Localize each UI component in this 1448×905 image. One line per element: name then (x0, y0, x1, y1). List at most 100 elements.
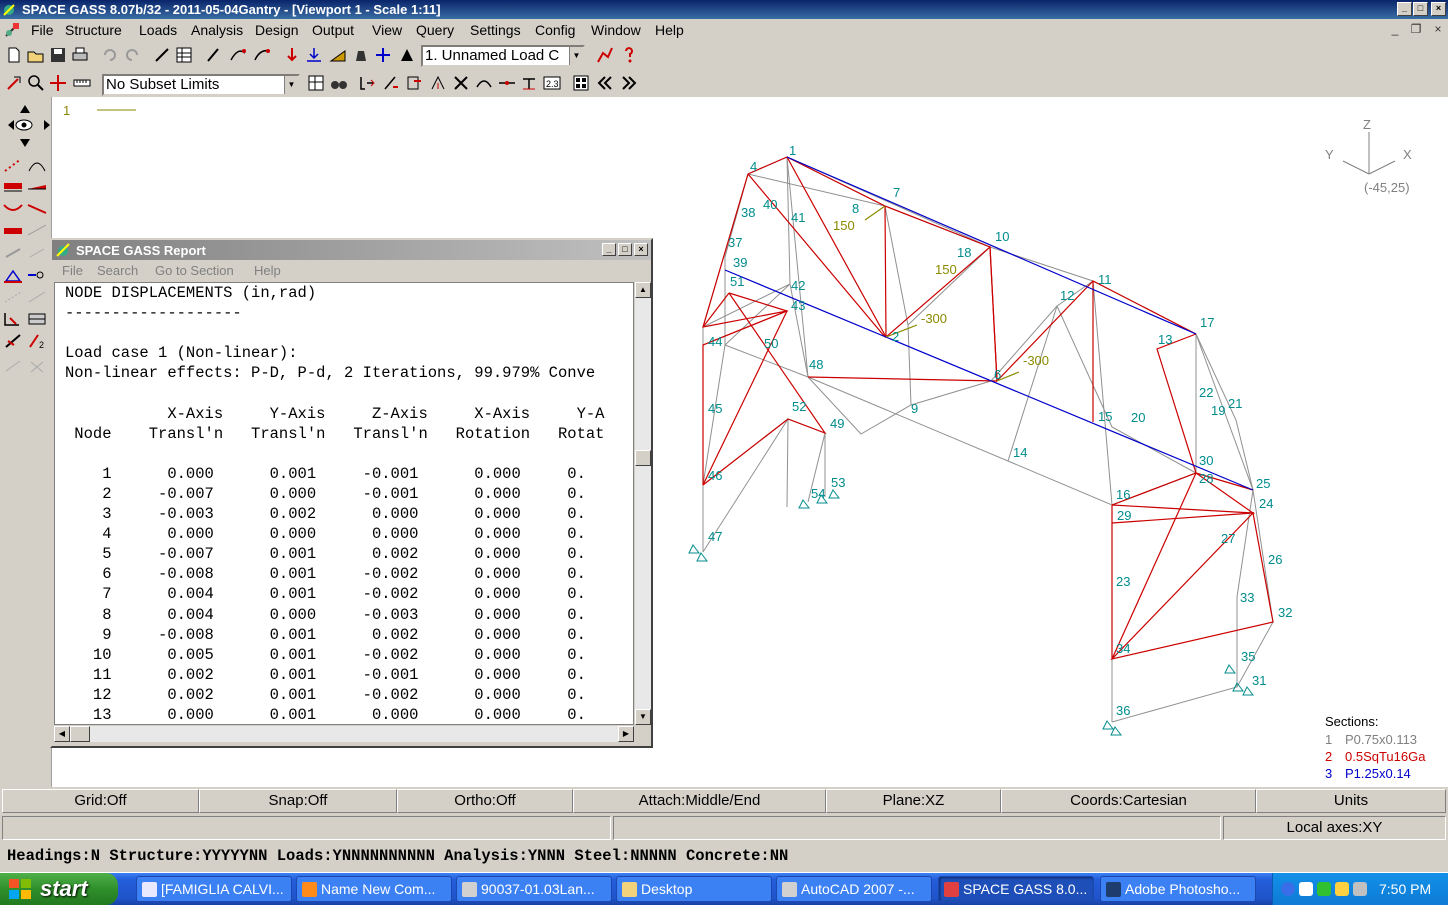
coords-toggle[interactable]: Coords:Cartesian (1001, 789, 1256, 813)
menu-output[interactable]: Output (312, 22, 354, 38)
binoculars-icon[interactable] (328, 72, 350, 94)
grid-view-icon[interactable] (570, 72, 592, 94)
section-names-icon[interactable] (403, 72, 425, 94)
taskbar-item[interactable]: AutoCAD 2007 -... (776, 876, 932, 902)
member-offsets-icon[interactable] (496, 72, 518, 94)
combination-icon[interactable] (396, 44, 418, 66)
menu-view[interactable]: View (372, 22, 402, 38)
report-menu-file[interactable]: File (62, 263, 83, 278)
save-icon[interactable] (47, 44, 69, 66)
shear-diagram-icon[interactable] (2, 221, 24, 241)
menu-config[interactable]: Config (535, 22, 575, 38)
menu-window[interactable]: Window (591, 22, 641, 38)
trapezoid-load-icon[interactable] (26, 177, 48, 197)
mdi-close-button[interactable]: × (1430, 22, 1446, 36)
deflection-icon[interactable] (2, 199, 24, 219)
self-weight-icon[interactable] (350, 44, 372, 66)
new-file-icon[interactable] (3, 44, 25, 66)
report-title-bar[interactable]: SPACE GASS Report _ □ × (52, 240, 651, 260)
undo-icon[interactable] (99, 44, 121, 66)
select-arrow-icon[interactable] (3, 72, 25, 94)
print-icon[interactable] (69, 44, 91, 66)
node-load-icon[interactable] (281, 44, 303, 66)
report-menu-goto-section[interactable]: Go to Section (155, 263, 234, 278)
rotate-right-icon[interactable] (36, 115, 50, 135)
snap-toggle[interactable]: Snap:Off (199, 789, 397, 813)
volume-icon[interactable] (1353, 882, 1367, 896)
ortho-toggle[interactable]: Ortho:Off (397, 789, 573, 813)
network-icon[interactable] (1317, 882, 1331, 896)
units-button[interactable]: Units (1256, 789, 1446, 813)
taskbar-item[interactable]: 90037-01.03Lan... (456, 876, 612, 902)
help-cursor-icon[interactable] (618, 44, 640, 66)
subscript-icon[interactable]: 2 (26, 331, 48, 351)
mdi-restore-button[interactable]: ❐ (1408, 22, 1424, 36)
graph-icon[interactable] (594, 44, 616, 66)
scroll-left-button[interactable]: ◀ (54, 726, 70, 742)
curved-member-icon[interactable] (473, 72, 495, 94)
redo-icon[interactable] (121, 44, 143, 66)
check-icon[interactable] (2, 357, 24, 377)
spring-icon[interactable] (26, 265, 48, 285)
report-content[interactable]: NODE DISPLACEMENTS (in,rad) ------------… (54, 282, 634, 725)
open-folder-icon[interactable] (25, 44, 47, 66)
menu-file[interactable]: File (31, 22, 54, 38)
table-icon[interactable] (173, 44, 195, 66)
pan-icon[interactable] (47, 72, 69, 94)
rotate-left-icon[interactable] (0, 115, 14, 135)
scroll-up-button[interactable]: ▲ (635, 282, 651, 298)
menu-structure[interactable]: Structure (65, 22, 122, 38)
delete-icon[interactable] (450, 72, 472, 94)
menu-settings[interactable]: Settings (470, 22, 521, 38)
start-button[interactable]: start (0, 873, 118, 905)
taskbar-item[interactable]: Adobe Photosho... (1100, 876, 1256, 902)
dimension-icon[interactable]: 2.3 (541, 72, 563, 94)
shield-icon[interactable] (1335, 882, 1349, 896)
minimize-button[interactable]: _ (1397, 2, 1412, 16)
tray-app-icon[interactable] (1299, 882, 1313, 896)
ruler-icon[interactable] (71, 72, 93, 94)
taskbar-item[interactable]: Desktop (616, 876, 772, 902)
axial-diagram-icon[interactable] (26, 221, 48, 241)
scroll-right-button[interactable]: ▶ (618, 726, 634, 742)
rotate-down-icon[interactable] (14, 133, 36, 153)
report-menu-search[interactable]: Search (97, 263, 138, 278)
plane-toggle[interactable]: Plane:XZ (826, 789, 1001, 813)
cross-icon[interactable] (26, 357, 48, 377)
mdi-minimize-button[interactable]: _ (1387, 22, 1403, 36)
report-maximize-button[interactable]: □ (618, 243, 632, 256)
udl-load-icon[interactable] (2, 177, 24, 197)
torsion-icon[interactable] (2, 243, 24, 263)
member-numbers-icon[interactable] (380, 72, 402, 94)
moment-diagram-icon[interactable] (26, 199, 48, 219)
report-window[interactable]: SPACE GASS Report _ □ × File Search Go t… (50, 238, 653, 748)
curve-tool-icon[interactable] (227, 44, 249, 66)
chevron-down-icon[interactable]: ▼ (284, 76, 298, 94)
zoom-icon[interactable] (25, 72, 47, 94)
scroll-down-button[interactable]: ▼ (635, 709, 651, 725)
taskbar-item-active[interactable]: SPACE GASS 8.0... (938, 876, 1094, 902)
draw-member-icon[interactable] (151, 44, 173, 66)
node-numbers-icon[interactable] (356, 72, 378, 94)
arch-icon[interactable] (26, 155, 48, 175)
tray-expand-icon[interactable] (1281, 882, 1295, 896)
scroll-thumb[interactable] (635, 450, 651, 466)
report-minimize-button[interactable]: _ (602, 243, 616, 256)
menu-help[interactable]: Help (655, 22, 684, 38)
release-icon[interactable] (26, 309, 48, 329)
menu-analysis[interactable]: Analysis (191, 22, 243, 38)
previous-icon[interactable] (594, 72, 616, 94)
report-menu-help[interactable]: Help (254, 263, 281, 278)
grid-toggle[interactable]: Grid:Off (2, 789, 199, 813)
pencil-icon[interactable] (203, 44, 225, 66)
restraint-icon[interactable] (2, 265, 24, 285)
arc-tool-icon[interactable] (251, 44, 273, 66)
member-axes-icon[interactable] (518, 72, 540, 94)
node-restraints-icon[interactable] (427, 72, 449, 94)
taskbar-item[interactable]: [FAMIGLIA CALVI... (136, 876, 292, 902)
taskbar-item[interactable]: Name New Com... (296, 876, 452, 902)
attach-toggle[interactable]: Attach:Middle/End (573, 789, 826, 813)
member-load-icon[interactable] (303, 44, 325, 66)
close-button[interactable]: × (1431, 2, 1446, 16)
report-horizontal-scrollbar[interactable]: ◀ ▶ (54, 726, 634, 742)
